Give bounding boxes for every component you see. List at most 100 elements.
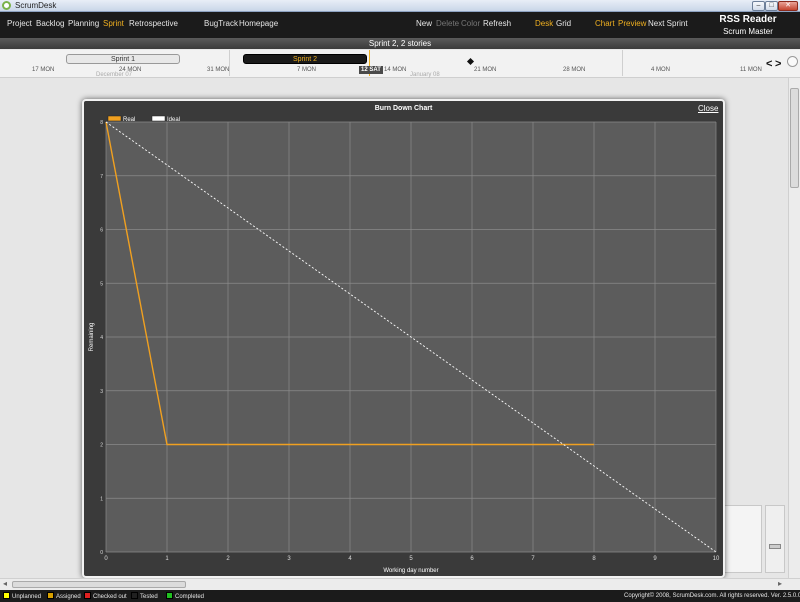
menu-preview[interactable]: Preview [618,19,646,28]
menu-homepage[interactable]: Homepage [239,19,278,28]
zoom-slider[interactable] [765,505,785,573]
timeline-separator [622,50,623,76]
window-title: ScrumDesk [15,1,57,10]
timeline-zoom-button[interactable] [787,56,798,67]
legend-swatch-real [107,115,122,122]
main-menu-bar: Project Backlog Planning Sprint Retrospe… [0,12,800,38]
scroll-left-icon[interactable]: ◂ [3,579,7,588]
sprint-2-pill[interactable]: Sprint 2 [243,54,367,64]
today-badge: 12 SAT [359,66,383,74]
dialog-close-link[interactable]: Close [698,104,718,113]
legend-swatch [166,592,173,599]
y-tick-label: 0 [100,550,103,556]
x-tick-label: 10 [713,556,720,562]
x-tick-label: 6 [470,556,474,562]
legend-label-real: Real [123,117,135,123]
legend-label: Checked out [93,594,127,600]
legend-label-ideal: Ideal [167,117,180,123]
timeline-month: December 07 [96,72,133,78]
status-bar: Unplanned Assigned Checked out Tested Comple… [0,590,800,602]
y-tick-label: 7 [100,174,103,180]
y-axis-label: Remaining [89,323,95,352]
timeline-date: 21 MON [474,67,497,73]
milestone-diamond-icon[interactable] [466,57,475,66]
copyright-text: Copyright© 2008, ScrumDesk.com. All righ… [624,593,800,599]
timeline-date: 7 MON [297,67,317,73]
legend-swatch [47,592,54,599]
legend-label: Tested [140,594,158,600]
timeline-next-button[interactable]: > [775,58,781,70]
legend-label: Unplanned [12,594,42,600]
legend-swatch [131,592,138,599]
menu-color[interactable]: Color [461,19,480,28]
menu-sprint[interactable]: Sprint [103,19,124,28]
timeline-date: 11 MON [740,67,762,73]
horizontal-scrollbar[interactable]: ◂ ▸ [0,578,800,590]
timeline-date: 14 MON [384,67,407,73]
dialog-title: Burn Down Chart [374,105,433,112]
menu-bugtrack[interactable]: BugTrack [204,19,238,28]
timeline-prev-button[interactable]: < [766,58,772,70]
legend-swatch [84,592,91,599]
y-tick-label: 5 [100,281,103,287]
legend-swatch-ideal [151,115,166,122]
horizontal-scroll-thumb[interactable] [12,581,186,588]
y-tick-label: 1 [100,496,103,502]
y-tick-label: 2 [100,443,103,449]
x-tick-label: 4 [348,556,352,562]
user-role: Scrum Master [723,27,773,36]
menu-refresh[interactable]: Refresh [483,19,511,28]
project-brand: RSS Reader Scrum Master [700,14,796,36]
timeline-date: 31 MON [207,67,230,73]
x-tick-label: 7 [531,556,535,562]
app-logo-icon [2,1,11,10]
close-window-button[interactable]: ✕ [778,1,798,11]
menu-project[interactable]: Project [7,19,32,28]
scroll-right-icon[interactable]: ▸ [778,579,782,588]
legend-checked-out: Checked out [84,592,127,601]
burndown-dialog: 0 1 2 3 4 5 6 7 8 9 10 0 1 2 3 4 5 6 7 8 Real Ideal Working da… [82,99,725,578]
menu-grid[interactable]: Grid [556,19,571,28]
legend-unplanned: Unplanned [3,592,41,601]
menu-next-sprint[interactable]: Next Sprint [648,19,688,28]
vertical-scroll-thumb[interactable] [790,88,799,188]
legend-completed: Completed [166,592,204,601]
timeline-date: 28 MON [563,67,586,73]
legend-swatch [3,592,10,599]
vertical-scrollbar[interactable] [788,78,800,578]
legend-label: Assigned [56,594,81,600]
sprint-1-pill[interactable]: Sprint 1 [66,54,180,64]
x-tick-label: 2 [226,556,230,562]
menu-planning[interactable]: Planning [68,19,99,28]
title-bar: ScrumDesk – □ ✕ [0,0,800,12]
y-tick-label: 6 [100,228,103,234]
y-tick-label: 4 [100,335,103,341]
x-tick-label: 0 [104,556,108,562]
menu-backlog[interactable]: Backlog [36,19,64,28]
zoom-slider-knob[interactable] [769,544,781,549]
legend-tested: Tested [131,592,158,601]
sprint-timeline[interactable]: Sprint 1 Sprint 2 12 SAT 17 MON 24 MON 3… [0,50,800,78]
minimize-button[interactable]: – [752,1,765,11]
menu-desk[interactable]: Desk [535,19,553,28]
x-tick-label: 1 [165,556,169,562]
x-axis-label: Working day number [383,568,438,574]
timeline-month: January 08 [410,72,440,78]
sprint-header: Sprint 2, 2 stories [0,38,800,49]
menu-new[interactable]: New [416,19,432,28]
x-tick-label: 8 [592,556,596,562]
maximize-button[interactable]: □ [765,1,778,11]
legend-label: Completed [175,594,205,600]
menu-chart[interactable]: Chart [595,19,615,28]
timeline-date: 4 MON [651,67,671,73]
x-tick-label: 9 [653,556,657,562]
x-tick-label: 3 [287,556,291,562]
y-tick-label: 3 [100,389,103,395]
legend-assigned: Assigned [47,592,81,601]
menu-delete[interactable]: Delete [436,19,459,28]
menu-retrospective[interactable]: Retrospective [129,19,178,28]
side-panel [724,505,762,573]
timeline-date: 17 MON [32,67,55,73]
x-tick-label: 5 [409,556,413,562]
burndown-chart: 0 1 2 3 4 5 6 7 8 9 10 0 1 2 3 4 5 6 7 8 Real Ideal Working da… [89,115,720,574]
